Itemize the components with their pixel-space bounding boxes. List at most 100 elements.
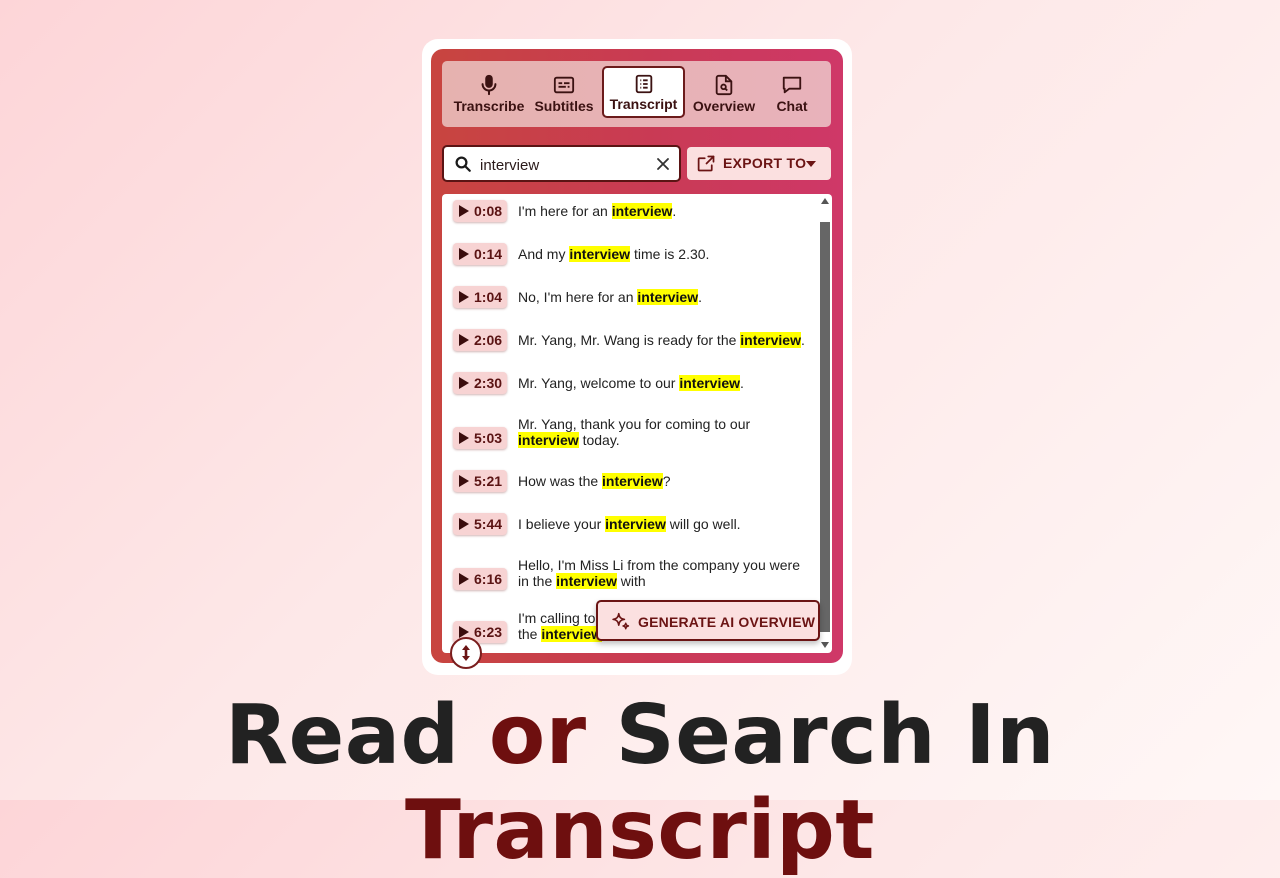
tab-chat[interactable]: Chat bbox=[764, 61, 820, 127]
timestamp-button[interactable]: 5:03 bbox=[453, 427, 507, 449]
search-match: interview bbox=[740, 332, 801, 348]
text-segment: today. bbox=[578, 432, 620, 448]
chat-bubble-icon bbox=[782, 76, 802, 94]
scroll-down-arrow-icon[interactable] bbox=[821, 642, 829, 648]
transcript-text: No, I'm here for an interview. bbox=[518, 289, 808, 305]
export-label: EXPORT TO bbox=[723, 155, 807, 171]
search-match: interview bbox=[637, 289, 699, 305]
timestamp-button[interactable]: 6:16 bbox=[453, 568, 507, 590]
text-segment: Mr. Yang, thank you for coming to our bbox=[518, 416, 751, 432]
headline: Read or Search In Transcript bbox=[0, 688, 1280, 878]
close-icon[interactable] bbox=[653, 154, 673, 174]
search-match: interview bbox=[605, 516, 666, 532]
timestamp-label: 5:03 bbox=[474, 430, 503, 446]
timestamp-label: 5:21 bbox=[474, 473, 503, 489]
generate-ai-overview-button[interactable]: GENERATE AI OVERVIEW bbox=[596, 600, 820, 641]
play-icon bbox=[459, 291, 469, 303]
transcript-text: And my interview time is 2.30. bbox=[518, 246, 808, 262]
tab-transcribe-label: Transcribe bbox=[453, 98, 525, 114]
timestamp-label: 0:08 bbox=[474, 203, 503, 219]
headline-part-4: Transcript bbox=[405, 783, 875, 878]
timestamp-label: 5:44 bbox=[474, 516, 503, 532]
search-icon bbox=[455, 156, 471, 172]
text-segment: ? bbox=[662, 473, 671, 489]
transcript-text: Hello, I'm Miss Li from the company you … bbox=[518, 557, 808, 589]
play-icon bbox=[459, 518, 469, 530]
text-segment: I'm here for an bbox=[518, 203, 612, 219]
text-segment: How was the bbox=[518, 473, 603, 489]
text-segment: And my bbox=[518, 246, 570, 262]
text-segment: I'm calling to bbox=[518, 610, 596, 626]
tab-transcribe[interactable]: Transcribe bbox=[450, 61, 528, 127]
play-icon bbox=[459, 205, 469, 217]
transcript-text: Mr. Yang, welcome to our interview. bbox=[518, 375, 808, 391]
timestamp-button[interactable]: 2:30 bbox=[453, 372, 507, 394]
tab-chat-label: Chat bbox=[776, 98, 808, 114]
resize-handle[interactable] bbox=[450, 637, 482, 669]
search-match: interview bbox=[611, 203, 673, 219]
tab-transcript[interactable]: Transcript bbox=[602, 66, 685, 118]
tab-overview-label: Overview bbox=[692, 98, 756, 114]
scrollbar-thumb[interactable] bbox=[820, 222, 830, 632]
text-segment: the bbox=[518, 626, 542, 642]
timestamp-label: 2:30 bbox=[474, 375, 503, 391]
headline-part-1: Read bbox=[224, 688, 489, 783]
text-segment: No, I'm here for an bbox=[518, 289, 638, 305]
text-segment: . bbox=[698, 289, 702, 305]
transcript-text: How was the interview? bbox=[518, 473, 808, 489]
text-segment: Mr. Yang, Mr. Wang is ready for the bbox=[518, 332, 741, 348]
timestamp-button[interactable]: 1:04 bbox=[453, 286, 507, 308]
transcript-text: Mr. Yang, Mr. Wang is ready for the inte… bbox=[518, 332, 808, 348]
subtitles-icon bbox=[553, 76, 575, 94]
timestamp-label: 0:14 bbox=[474, 246, 503, 262]
headline-part-2: or bbox=[488, 688, 587, 783]
text-segment: Mr. Yang, welcome to our bbox=[518, 375, 680, 391]
tab-transcript-label: Transcript bbox=[609, 95, 678, 112]
tab-overview[interactable]: Overview bbox=[688, 61, 760, 127]
search-match: interview bbox=[602, 473, 663, 489]
timestamp-button[interactable]: 0:08 bbox=[453, 200, 507, 222]
timestamp-button[interactable]: 5:44 bbox=[453, 513, 507, 535]
microphone-icon bbox=[481, 74, 497, 96]
scroll-up-arrow-icon[interactable] bbox=[821, 198, 829, 204]
search-input[interactable] bbox=[478, 153, 642, 177]
transcript-icon bbox=[635, 74, 652, 93]
timestamp-label: 2:06 bbox=[474, 332, 503, 348]
play-icon bbox=[459, 334, 469, 346]
text-segment: will go well. bbox=[665, 516, 741, 532]
text-segment: . bbox=[672, 203, 677, 219]
timestamp-button[interactable]: 0:14 bbox=[453, 243, 507, 265]
transcript-list: 0:08 I'm here for an interview. 0:14 And my… bbox=[442, 194, 832, 653]
text-segment: I believe your bbox=[518, 516, 606, 532]
headline-part-3: Search In bbox=[586, 688, 1056, 783]
transcript-text: I believe your interview will go well. bbox=[518, 516, 808, 532]
search-match: interview bbox=[541, 626, 603, 642]
transcript-text: I'm here for an interview. bbox=[518, 203, 808, 219]
document-search-icon bbox=[715, 74, 733, 96]
export-button[interactable]: EXPORT TO bbox=[687, 147, 831, 180]
play-icon bbox=[459, 475, 469, 487]
caret-down-icon bbox=[806, 161, 816, 167]
timestamp-button[interactable]: 5:21 bbox=[453, 470, 507, 492]
share-icon bbox=[697, 155, 715, 172]
tab-bar: Transcribe Subtitles Transcript Overview… bbox=[442, 61, 831, 127]
tab-subtitles-label: Subtitles bbox=[534, 98, 594, 114]
play-icon bbox=[459, 573, 469, 585]
vertical-resize-icon bbox=[462, 645, 470, 661]
search-box bbox=[442, 145, 681, 182]
search-match: interview bbox=[556, 573, 617, 589]
timestamp-button[interactable]: 2:06 bbox=[453, 329, 507, 351]
tab-subtitles[interactable]: Subtitles bbox=[530, 61, 598, 127]
search-match: interview bbox=[518, 432, 579, 448]
text-segment: . bbox=[740, 375, 744, 391]
text-segment: . bbox=[800, 332, 805, 348]
generate-label: GENERATE AI OVERVIEW bbox=[638, 614, 816, 630]
timestamp-label: 6:16 bbox=[474, 571, 503, 587]
text-segment: time is 2.30. bbox=[630, 246, 710, 262]
search-match: interview bbox=[569, 246, 631, 262]
text-segment: with bbox=[616, 573, 646, 589]
timestamp-label: 1:04 bbox=[474, 289, 503, 305]
play-icon bbox=[459, 432, 469, 444]
transcript-text: Mr. Yang, thank you for coming to our in… bbox=[518, 416, 808, 448]
play-icon bbox=[459, 248, 469, 260]
